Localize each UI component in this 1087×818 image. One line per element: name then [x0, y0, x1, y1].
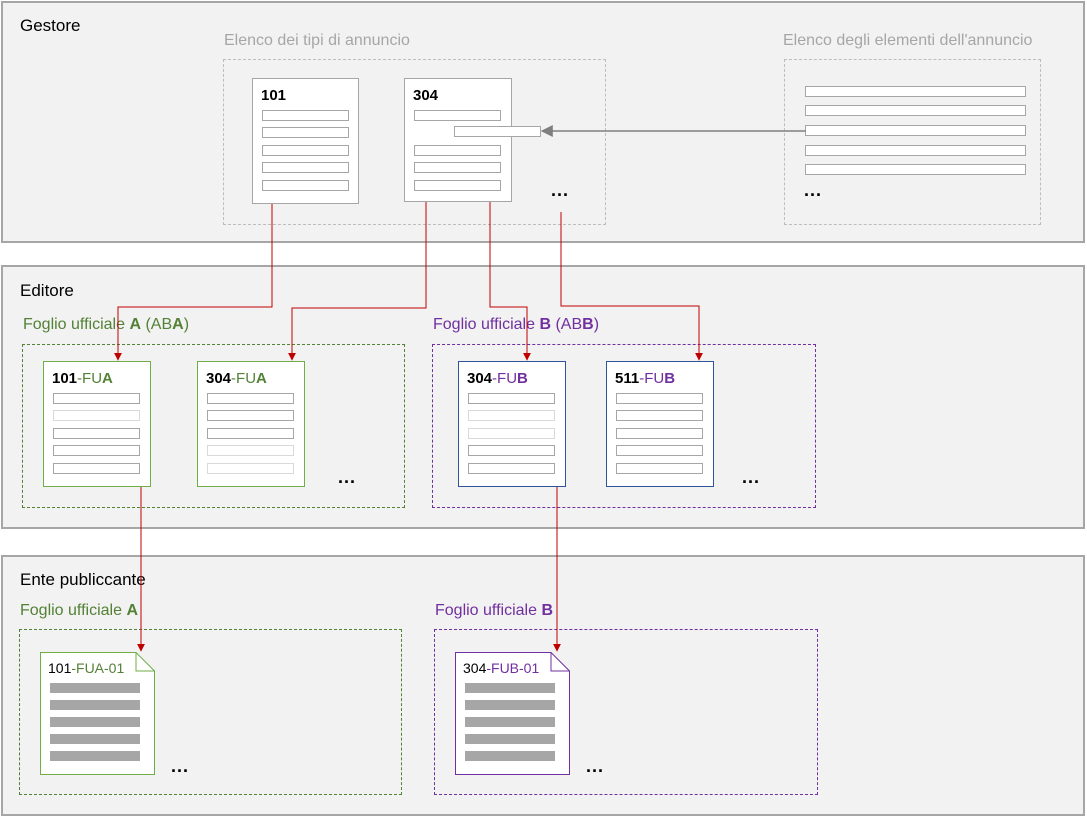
fua-card-101[interactable]: 101-FUA: [43, 361, 151, 487]
element-line: [805, 105, 1026, 116]
elements-list-box: [784, 59, 1041, 225]
elements-list-label: Elenco degli elementi dell'annuncio: [783, 32, 1033, 49]
type-card-101[interactable]: 101: [252, 78, 359, 204]
field-line: [468, 393, 555, 404]
field-line: [207, 393, 294, 404]
text-bar: [465, 717, 555, 727]
field-line: [414, 180, 501, 191]
field-line: [414, 110, 501, 121]
field-line: [262, 145, 349, 156]
ente-group-b-label: Foglio ufficiale B: [435, 602, 553, 619]
field-line: [468, 463, 555, 474]
document-101-fua-01-title: 101-FUA-01: [48, 660, 125, 676]
field-line: [53, 428, 140, 439]
fub-card-304[interactable]: 304-FUB: [458, 361, 566, 487]
ente-title: Ente publiccante: [20, 570, 146, 589]
ente-a-ellipsis: ...: [171, 756, 190, 776]
field-line: [616, 428, 703, 439]
field-line: [262, 110, 349, 121]
field-line: [262, 180, 349, 191]
text-bar: [50, 717, 140, 727]
fub-card-511-title: 511-FUB: [615, 370, 676, 387]
element-line: [805, 164, 1026, 175]
field-line: [468, 428, 555, 439]
field-line: [454, 126, 541, 137]
field-line: [468, 410, 555, 421]
type-card-304-code: 304: [413, 87, 439, 104]
field-line: [262, 162, 349, 173]
gestore-title: Gestore: [20, 16, 81, 35]
field-line: [207, 428, 294, 439]
field-line: [53, 445, 140, 456]
text-bar: [50, 683, 140, 693]
text-bar: [465, 683, 555, 693]
fua-card-304[interactable]: 304-FUA: [197, 361, 305, 487]
field-line: [53, 393, 140, 404]
editore-group-a-label: Foglio ufficiale A (ABA): [23, 316, 190, 333]
type-card-304[interactable]: 304: [404, 78, 541, 202]
text-bar: [465, 734, 555, 744]
editore-group-b-label: Foglio ufficiale B (ABB): [433, 316, 600, 333]
field-line: [414, 145, 501, 156]
field-line: [207, 410, 294, 421]
text-bar: [50, 751, 140, 761]
types-list-label: Elenco dei tipi di annuncio: [224, 32, 410, 49]
field-line: [414, 162, 501, 173]
editore-title: Editore: [20, 281, 74, 300]
field-line: [207, 445, 294, 456]
text-bar: [465, 751, 555, 761]
document-304-fub-01[interactable]: 304-FUB-01: [455, 652, 570, 775]
type-card-101-code: 101: [261, 87, 287, 104]
fua-card-101-title: 101-FUA: [52, 370, 113, 387]
text-bar: [50, 734, 140, 744]
field-line: [53, 410, 140, 421]
fua-card-304-title: 304-FUA: [206, 370, 267, 387]
field-line: [262, 127, 349, 138]
field-line: [616, 463, 703, 474]
ente-b-ellipsis: ...: [586, 756, 605, 776]
field-line: [616, 393, 703, 404]
ente-group-a-label: Foglio ufficiale A: [20, 602, 138, 619]
fub-card-511[interactable]: 511-FUB: [606, 361, 714, 487]
editore-b-ellipsis: ...: [742, 467, 761, 487]
editore-a-ellipsis: ...: [338, 467, 357, 487]
text-bar: [50, 700, 140, 710]
element-line: [805, 86, 1026, 97]
field-line: [207, 463, 294, 474]
field-line: [616, 410, 703, 421]
text-bar: [465, 700, 555, 710]
elements-ellipsis: ...: [804, 180, 823, 200]
element-line: [805, 145, 1026, 156]
document-101-fua-01[interactable]: 101-FUA-01: [40, 652, 155, 775]
document-304-fub-01-title: 304-FUB-01: [463, 660, 540, 676]
types-ellipsis: ...: [551, 180, 570, 200]
fub-card-304-title: 304-FUB: [467, 370, 528, 387]
field-line: [616, 445, 703, 456]
element-line: [805, 125, 1026, 136]
field-line: [53, 463, 140, 474]
field-line: [468, 445, 555, 456]
